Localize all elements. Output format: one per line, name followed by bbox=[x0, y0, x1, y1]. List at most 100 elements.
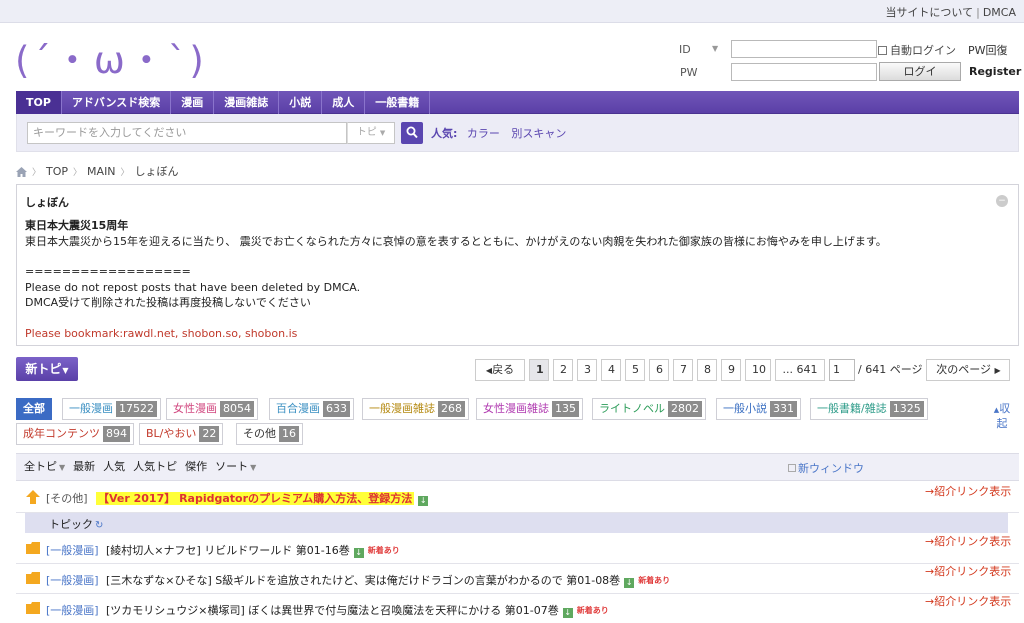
topic-category[interactable]: [一般漫画] bbox=[46, 602, 99, 618]
sort-popular[interactable]: 人気 bbox=[103, 454, 125, 480]
page-button[interactable]: 8 bbox=[697, 359, 717, 381]
login-panel: ID ▼ 自動ログイン PW回復 PW ログイ Register bbox=[672, 38, 1024, 88]
category-label: 一般漫画 bbox=[69, 402, 113, 415]
next-page-button[interactable]: 次のページ ▶ bbox=[926, 359, 1011, 381]
search-scope-select[interactable]: トピ ▼ bbox=[347, 122, 395, 144]
sort-all-topics-label: 全トピ bbox=[24, 460, 57, 473]
nav-adult[interactable]: 成人 bbox=[322, 91, 366, 114]
sort-masterpiece[interactable]: 傑作 bbox=[185, 454, 207, 480]
page-button[interactable]: 7 bbox=[673, 359, 693, 381]
chevron-down-icon: ▼ bbox=[250, 463, 257, 472]
id-input[interactable] bbox=[731, 40, 877, 58]
password-input[interactable] bbox=[731, 63, 877, 81]
auto-login-checkbox[interactable]: 自動ログイン bbox=[878, 42, 956, 58]
about-link[interactable]: 当サイトについて bbox=[885, 6, 973, 19]
chevron-right-icon: 〉 bbox=[73, 168, 83, 178]
sort-order[interactable]: ソート ▼ bbox=[215, 454, 256, 481]
new-topic-button[interactable]: 新トピ▼ bbox=[16, 357, 78, 381]
category-tab[interactable]: 女性漫画雑誌 135 bbox=[476, 398, 583, 420]
new-window-toggle[interactable]: 新ウィンドウ bbox=[788, 460, 864, 476]
category-label: 女性漫画 bbox=[173, 402, 217, 415]
page-input[interactable]: 1 bbox=[829, 359, 855, 381]
collapse-icon[interactable]: − bbox=[996, 195, 1008, 207]
category-tab[interactable]: 女性漫画 8054 bbox=[166, 398, 258, 420]
last-page-button[interactable]: ... 641 bbox=[775, 359, 825, 381]
collapse-categories-link[interactable]: ▲収起 bbox=[989, 402, 1015, 431]
top-links: 当サイトについて | DMCA bbox=[885, 6, 1016, 19]
category-count: 17522 bbox=[116, 401, 157, 417]
breadcrumb-main[interactable]: MAIN bbox=[87, 165, 116, 178]
table-row: [一般漫画] [三木なずな×ひそな] S級ギルドを追放されたけど、実は俺だけドラ… bbox=[16, 564, 1019, 594]
category-label: 一般書籍/雑誌 bbox=[817, 402, 887, 415]
category-tab[interactable]: BL/やおい 22 bbox=[139, 423, 224, 445]
category-tab[interactable]: 一般漫画 17522 bbox=[62, 398, 161, 420]
intro-link[interactable]: →紹介リンク表示 bbox=[925, 486, 1015, 498]
page-button[interactable]: 5 bbox=[625, 359, 645, 381]
prev-page-button[interactable]: ◀戻る bbox=[475, 359, 525, 381]
checkbox-icon[interactable] bbox=[788, 464, 796, 472]
page-button[interactable]: 1 bbox=[529, 359, 549, 381]
page-button[interactable]: 10 bbox=[745, 359, 771, 381]
breadcrumb-top[interactable]: TOP bbox=[46, 165, 68, 178]
dmca-link[interactable]: DMCA bbox=[983, 6, 1016, 19]
popular-tag[interactable]: 別スキャン bbox=[511, 127, 566, 140]
pin-up-icon bbox=[26, 490, 40, 507]
sort-all-topics[interactable]: 全トピ ▼ bbox=[24, 454, 65, 481]
category-tab[interactable]: 一般小説 331 bbox=[716, 398, 801, 420]
search-button[interactable] bbox=[401, 122, 423, 144]
home-icon[interactable] bbox=[16, 167, 27, 180]
nav-novel[interactable]: 小説 bbox=[279, 91, 323, 114]
page-button[interactable]: 2 bbox=[553, 359, 573, 381]
topic-title[interactable]: [ツカモリシュウジ×横塚司] ぼくは異世界で付与魔法と召喚魔法を天秤にかける 第… bbox=[106, 602, 609, 618]
category-label: ライトノベル bbox=[599, 402, 665, 415]
notice-text: DMCA受けて削除された投稿は再度投稿しないでください bbox=[25, 296, 311, 309]
topic-category[interactable]: [一般漫画] bbox=[46, 542, 99, 558]
nav-top[interactable]: TOP bbox=[16, 91, 62, 114]
category-count: 8054 bbox=[220, 401, 254, 417]
category-tab[interactable]: 一般書籍/雑誌 1325 bbox=[810, 398, 928, 420]
page-button[interactable]: 9 bbox=[721, 359, 741, 381]
category-tab[interactable]: ライトノベル 2802 bbox=[592, 398, 706, 420]
category-count: 22 bbox=[199, 426, 220, 442]
category-tab[interactable]: 百合漫画 633 bbox=[269, 398, 354, 420]
chevron-right-icon: 〉 bbox=[120, 168, 130, 178]
chevron-right-icon: 〉 bbox=[32, 168, 42, 178]
category-tab[interactable]: 成年コンテンツ 894 bbox=[16, 423, 134, 445]
intro-link[interactable]: →紹介リンク表示 bbox=[925, 536, 1015, 548]
page-button[interactable]: 3 bbox=[577, 359, 597, 381]
checkbox-icon[interactable] bbox=[878, 46, 887, 55]
new-badge: 新着あり bbox=[638, 576, 671, 585]
chevron-down-icon[interactable]: ▼ bbox=[712, 44, 718, 53]
nav-manga[interactable]: 漫画 bbox=[171, 91, 215, 114]
category-tab[interactable]: その他 16 bbox=[236, 423, 303, 445]
folder-icon bbox=[26, 572, 40, 587]
refresh-icon[interactable]: ↻ bbox=[95, 520, 103, 531]
topic-title[interactable]: 【Ver 2017】 Rapidgatorのプレミアム購入方法、登録方法 ↓ bbox=[96, 490, 429, 506]
chevron-down-icon: ▼ bbox=[379, 129, 386, 137]
search-input[interactable]: キーワードを入力してください bbox=[27, 122, 347, 144]
pw-recover-link[interactable]: PW回復 bbox=[968, 42, 1008, 58]
sort-latest[interactable]: 最新 bbox=[73, 454, 95, 480]
topic-subheader-text: トピック bbox=[49, 518, 93, 531]
nav-advanced-search[interactable]: アドバンスド検索 bbox=[62, 91, 172, 114]
page-button[interactable]: 4 bbox=[601, 359, 621, 381]
category-tab[interactable]: 一般漫画雑誌 268 bbox=[362, 398, 469, 420]
sort-popular-topics[interactable]: 人気トピ bbox=[133, 454, 177, 480]
topic-title[interactable]: [三木なずな×ひそな] S級ギルドを追放されたけど、実は俺だけドラゴンの言葉がわ… bbox=[106, 572, 670, 588]
login-button[interactable]: ログイ bbox=[879, 62, 961, 81]
pagination: ◀戻る 1 2 3 4 5 6 7 8 9 10 ... 641 1 / 641… bbox=[475, 359, 1014, 381]
nav-manga-magazine[interactable]: 漫画雑誌 bbox=[214, 91, 280, 114]
nav-general-books[interactable]: 一般書籍 bbox=[365, 91, 431, 114]
topic-title[interactable]: [綾村切人×ナフセ] リビルドワールド 第01-16巻 ↓ 新着あり bbox=[106, 542, 400, 558]
page-button[interactable]: 6 bbox=[649, 359, 669, 381]
popular-tag[interactable]: カラー bbox=[467, 127, 500, 140]
intro-link[interactable]: →紹介リンク表示 bbox=[925, 566, 1015, 578]
topic-category[interactable]: [一般漫画] bbox=[46, 572, 99, 588]
category-tab-all[interactable]: 全部 bbox=[16, 398, 52, 420]
intro-link[interactable]: →紹介リンク表示 bbox=[925, 596, 1015, 608]
site-logo[interactable]: (´・ω・`) bbox=[15, 30, 207, 84]
topic-category[interactable]: [その他] bbox=[46, 490, 88, 506]
register-link[interactable]: Register bbox=[969, 65, 1021, 78]
category-label: 女性漫画雑誌 bbox=[483, 402, 549, 415]
topic-title-text: [三木なずな×ひそな] S級ギルドを追放されたけど、実は俺だけドラゴンの言葉がわ… bbox=[106, 574, 621, 587]
